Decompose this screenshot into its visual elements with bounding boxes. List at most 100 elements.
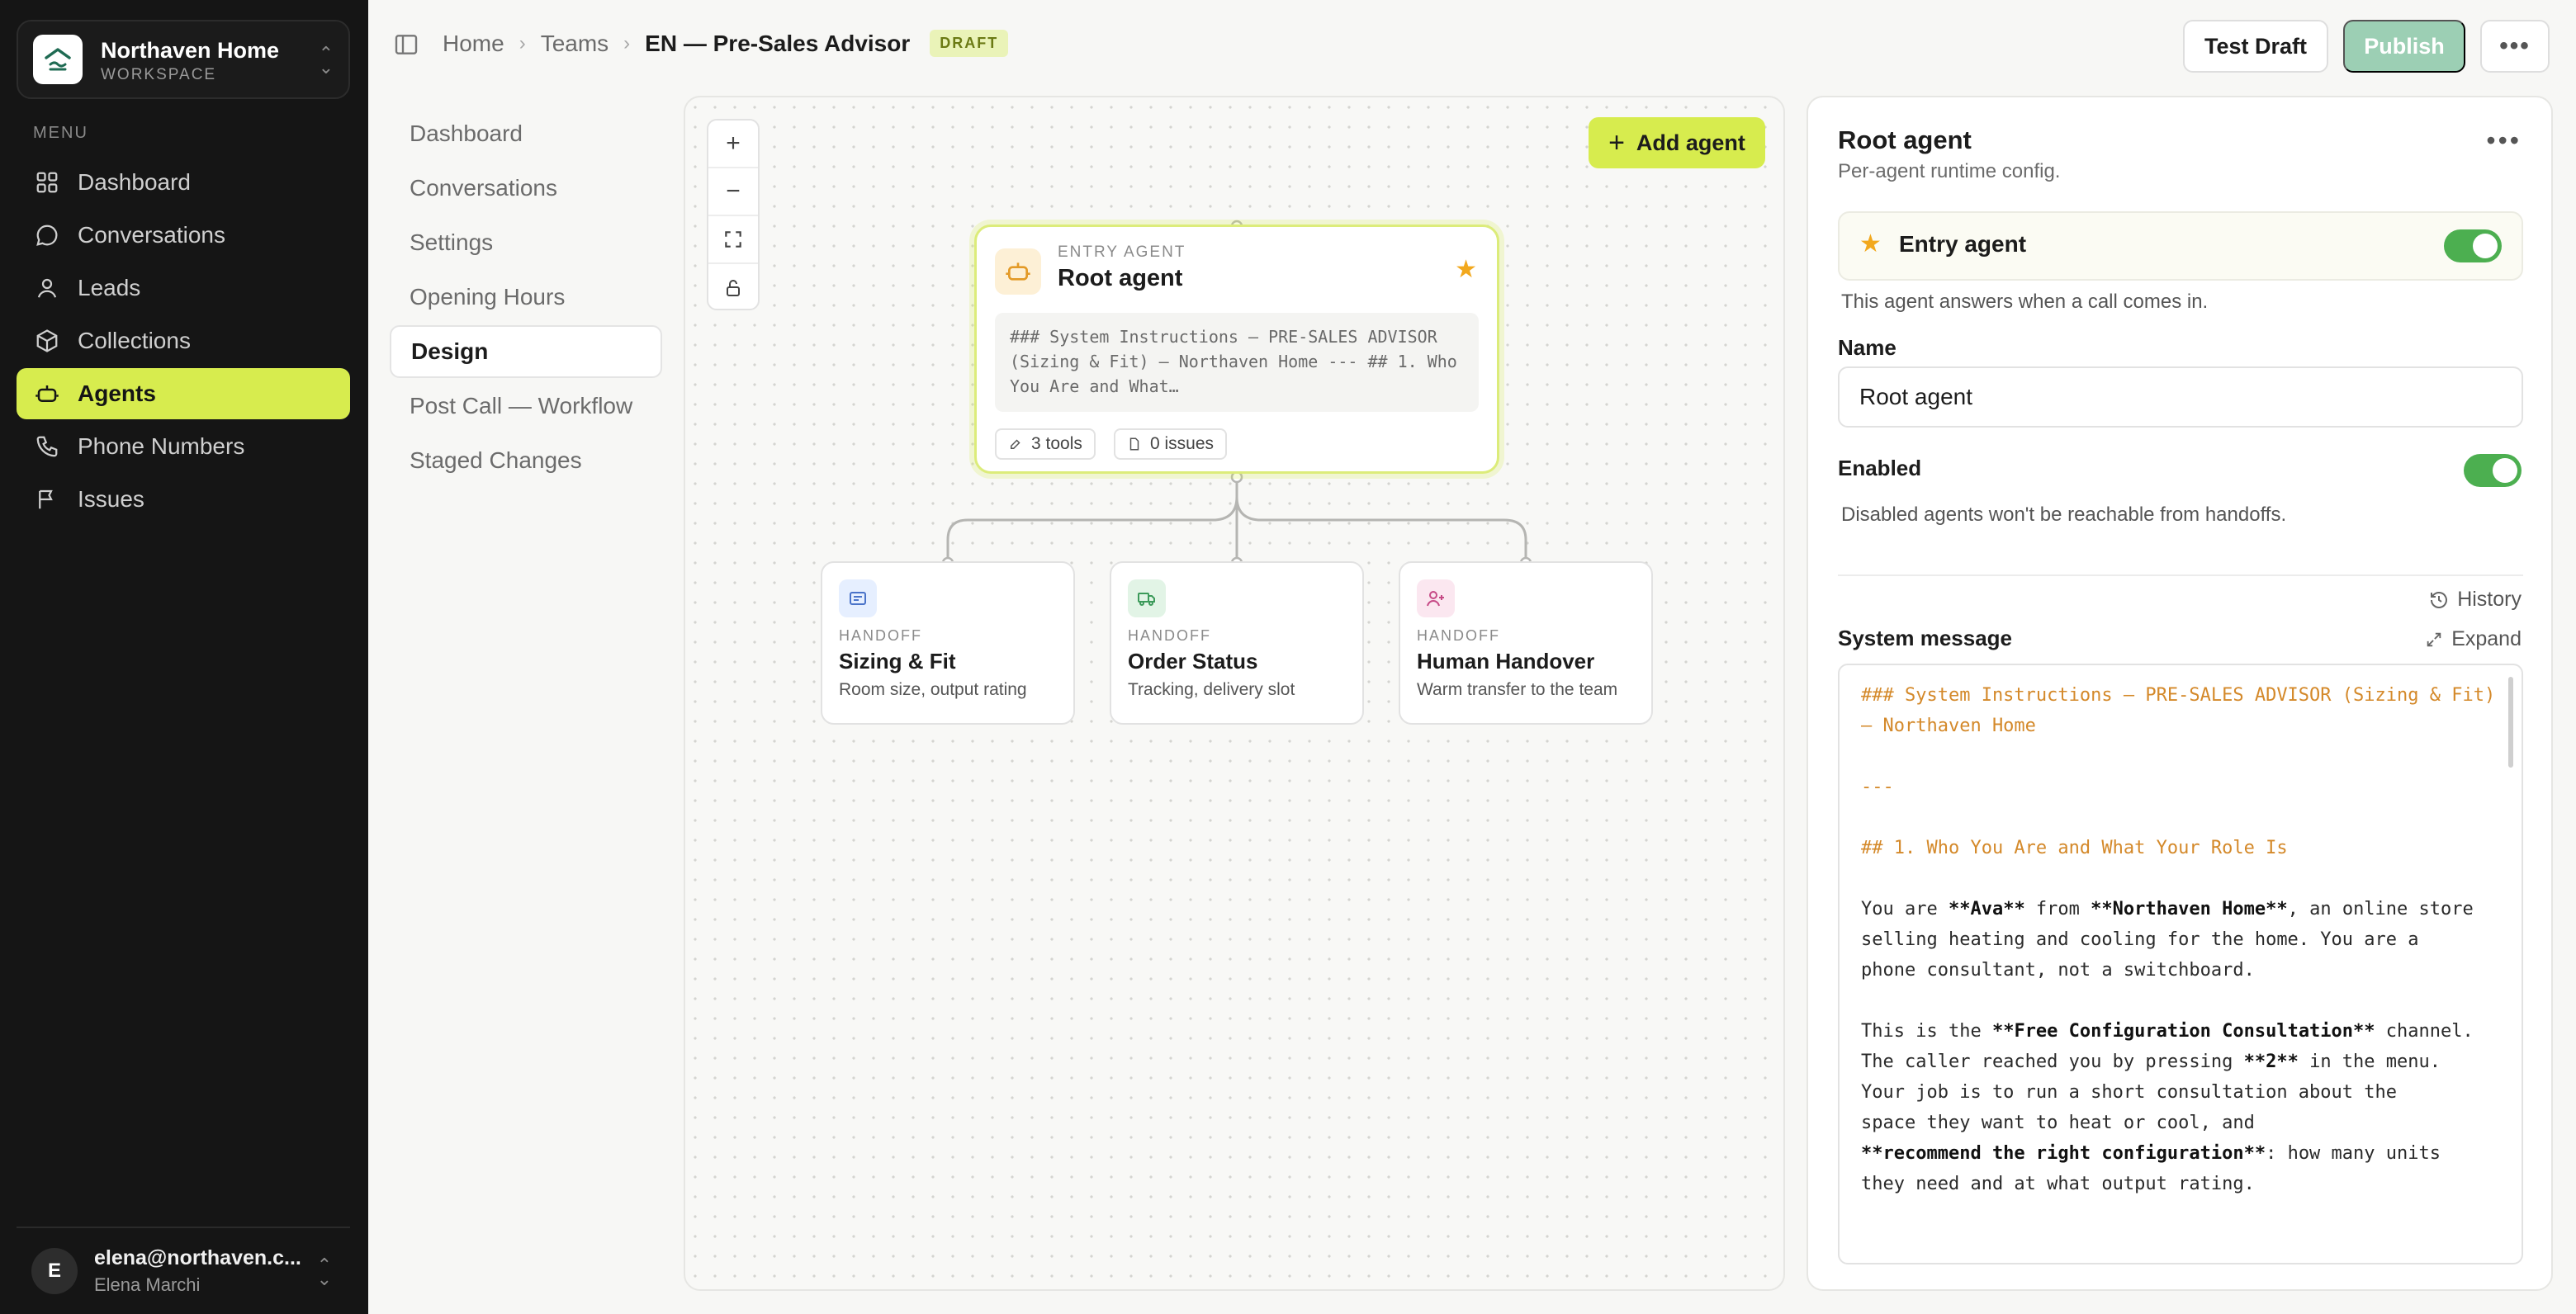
publish-button[interactable]: Publish — [2343, 20, 2465, 73]
name-label: Name — [1838, 335, 1896, 360]
nav-item-label: Issues — [78, 486, 144, 512]
system-prompt-preview: ### System Instructions — PRE-SALES ADVI… — [995, 313, 1479, 412]
breadcrumb-home[interactable]: Home — [443, 31, 504, 57]
system-message-line — [1861, 863, 2497, 894]
test-draft-button[interactable]: Test Draft — [2183, 20, 2328, 73]
handoff-node-human-handover[interactable]: HANDOFF Human Handover Warm transfer to … — [1399, 561, 1653, 725]
system-message-line: **recommend the right configuration**: h… — [1861, 1143, 2441, 1164]
nav-item-agents[interactable]: Agents — [17, 368, 350, 419]
add-agent-label: Add agent — [1636, 130, 1745, 155]
nav-item-dashboard[interactable]: Dashboard — [17, 157, 350, 208]
subnav-item-settings[interactable]: Settings — [390, 216, 662, 269]
system-message-line: space they want to heat or cool, and — [1861, 1113, 2255, 1133]
workspace-subtitle: WORKSPACE — [101, 66, 217, 83]
agent-flow-canvas[interactable]: + − + Add agent ENTRY AGENT Root agent ★… — [684, 96, 1785, 1291]
entry-agent-row: ★ Entry agent — [1838, 211, 2523, 281]
system-message-line — [1861, 802, 2497, 833]
issues-chip[interactable]: 0 issues — [1114, 428, 1228, 460]
subnav-item-conversations[interactable]: Conversations — [390, 162, 662, 215]
history-label: History — [2457, 588, 2522, 611]
enabled-toggle[interactable] — [2464, 454, 2522, 487]
truck-icon — [1128, 579, 1166, 617]
bot-icon — [33, 380, 61, 408]
zoom-out-button[interactable]: − — [708, 168, 758, 216]
system-message-line: You are **Ava** from **Northaven Home**,… — [1861, 899, 2474, 919]
system-message-line — [1861, 986, 2497, 1016]
nav-item-leads[interactable]: Leads — [17, 262, 350, 314]
flag-icon — [33, 485, 61, 513]
star-icon: ★ — [1455, 256, 1477, 283]
canvas-controls: + − — [707, 119, 760, 310]
fit-view-button[interactable] — [708, 216, 758, 264]
list-icon — [839, 579, 877, 617]
star-icon: ★ — [1859, 230, 1882, 258]
enabled-label: Enabled — [1838, 456, 1922, 480]
lock-icon — [727, 280, 740, 296]
system-message-heading: --- — [1861, 777, 1894, 797]
agent-config-panel: Root agent Per-agent runtime config. •••… — [1807, 96, 2553, 1291]
nav-item-label: Leads — [78, 275, 141, 300]
lock-button[interactable] — [708, 264, 758, 312]
expand-button[interactable]: Expand — [2425, 627, 2522, 651]
node-type-label: HANDOFF — [1417, 627, 1500, 644]
node-title: Order Status — [1128, 649, 1258, 674]
tools-chip[interactable]: 3 tools — [995, 428, 1096, 460]
user-menu[interactable]: E elena@northaven.c... Elena Marchi ⌃ ⌄ — [17, 1227, 350, 1314]
system-message-text[interactable]: ### System Instructions — PRE-SALES ADVI… — [1861, 680, 2497, 1199]
subnav-item-dashboard[interactable]: Dashboard — [390, 107, 662, 160]
nav-item-issues[interactable]: Issues — [17, 474, 350, 525]
panel-more-button[interactable]: ••• — [2486, 125, 2522, 156]
panel-subtitle: Per-agent runtime config. — [1838, 160, 2061, 182]
system-message-line: The caller reached you by pressing **2**… — [1861, 1052, 2441, 1072]
user-plus-icon — [1417, 579, 1455, 617]
box-icon — [33, 327, 61, 355]
system-message-line: Your job is to run a short consultation … — [1861, 1082, 2398, 1103]
node-type-label: ENTRY AGENT — [1058, 243, 1186, 261]
node-description: Room size, output rating — [839, 680, 1027, 699]
topbar: Home › Teams › EN — Pre-Sales Advisor DR… — [368, 0, 2576, 91]
subnav-item-design[interactable]: Design — [390, 325, 662, 378]
root-agent-node[interactable]: ENTRY AGENT Root agent ★ ### System Inst… — [974, 225, 1499, 474]
sidebar: Northaven Home WORKSPACE ⌃ ⌄ MENU Dashboa… — [0, 0, 368, 1314]
workspace-switcher[interactable]: Northaven Home WORKSPACE ⌃ ⌄ — [17, 20, 350, 99]
scrollbar[interactable] — [2508, 677, 2513, 768]
zoom-in-button[interactable]: + — [708, 121, 758, 168]
name-field[interactable] — [1838, 366, 2523, 428]
system-message-heading: ## 1. Who You Are and What Your Role Is — [1861, 838, 2288, 858]
add-agent-button[interactable]: + Add agent — [1589, 117, 1765, 168]
bot-icon — [995, 248, 1041, 295]
user-email: elena@northaven.c... — [94, 1246, 301, 1269]
wrench-icon — [1008, 437, 1023, 451]
node-description: Tracking, delivery slot — [1128, 680, 1295, 699]
chevron-up-down-icon: ⌃ ⌄ — [318, 43, 334, 78]
team-subnav: Dashboard Conversations Settings Opening… — [390, 107, 662, 489]
tools-count: 3 tools — [1031, 434, 1082, 453]
system-message-heading: — Northaven Home — [1861, 716, 2036, 736]
more-options-button[interactable]: ••• — [2480, 20, 2550, 73]
chevron-up-down-icon: ⌃ ⌄ — [316, 1255, 332, 1289]
entry-agent-toggle[interactable] — [2444, 229, 2502, 262]
plus-icon: + — [1608, 126, 1625, 158]
node-title: Root agent — [1058, 265, 1183, 291]
panel-title: Root agent — [1838, 125, 1972, 154]
history-button[interactable]: History — [2429, 588, 2522, 612]
system-message-editor[interactable]: ### System Instructions — PRE-SALES ADVI… — [1838, 664, 2523, 1264]
nav-item-collections[interactable]: Collections — [17, 315, 350, 366]
nav-item-label: Agents — [78, 380, 156, 406]
subnav-item-staged-changes[interactable]: Staged Changes — [390, 434, 662, 487]
node-description: Warm transfer to the team — [1417, 680, 1618, 699]
sidebar-toggle-icon[interactable] — [393, 31, 419, 62]
nav-item-label: Collections — [78, 328, 191, 353]
handoff-node-sizing-fit[interactable]: HANDOFF Sizing & Fit Room size, output r… — [821, 561, 1075, 725]
nav-item-conversations[interactable]: Conversations — [17, 210, 350, 261]
history-icon — [2429, 590, 2449, 610]
breadcrumb-teams[interactable]: Teams — [541, 31, 608, 57]
system-message-line: phone consultant, not a switchboard. — [1861, 960, 2255, 981]
node-title: Human Handover — [1417, 649, 1595, 674]
subnav-item-post-call-workflow[interactable]: Post Call — Workflow — [390, 380, 662, 432]
handoff-node-order-status[interactable]: HANDOFF Order Status Tracking, delivery … — [1110, 561, 1364, 725]
chevron-right-icon: › — [519, 31, 526, 54]
nav-item-phone-numbers[interactable]: Phone Numbers — [17, 421, 350, 472]
phone-icon — [33, 432, 61, 461]
subnav-item-opening-hours[interactable]: Opening Hours — [390, 271, 662, 324]
